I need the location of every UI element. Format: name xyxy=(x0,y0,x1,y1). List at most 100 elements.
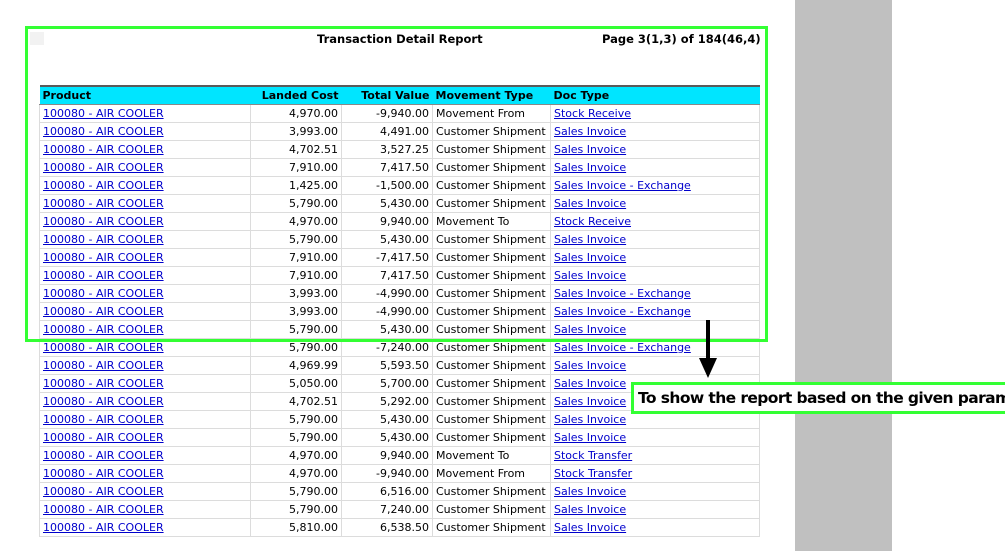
total-value-cell: 6,516.00 xyxy=(341,482,433,501)
product-link[interactable]: 100080 - AIR COOLER xyxy=(43,395,164,408)
doc-type-link[interactable]: Sales Invoice - Exchange xyxy=(554,341,691,354)
product-link[interactable]: 100080 - AIR COOLER xyxy=(43,305,164,318)
column-header-product[interactable]: Product xyxy=(39,85,251,105)
total-value-cell: -1,500.00 xyxy=(341,176,433,195)
product-cell: 100080 - AIR COOLER xyxy=(39,284,251,303)
landed-cost-cell: 4,702.51 xyxy=(250,392,342,411)
table-row: 100080 - AIR COOLER 3,993.00 -4,990.00 Cust… xyxy=(39,284,760,303)
table-row: 100080 - AIR COOLER 5,790.00 7,240.00 Custo… xyxy=(39,500,760,519)
product-link[interactable]: 100080 - AIR COOLER xyxy=(43,197,164,210)
product-link[interactable]: 100080 - AIR COOLER xyxy=(43,341,164,354)
doc-type-link[interactable]: Stock Receive xyxy=(554,215,631,228)
doc-type-link[interactable]: Sales Invoice xyxy=(554,233,626,246)
product-cell: 100080 - AIR COOLER xyxy=(39,464,251,483)
doc-type-link[interactable]: Stock Receive xyxy=(554,107,631,120)
doc-type-link[interactable]: Sales Invoice xyxy=(554,197,626,210)
landed-cost-cell: 5,790.00 xyxy=(250,320,342,339)
doc-type-link[interactable]: Sales Invoice xyxy=(554,413,626,426)
doc-type-link[interactable]: Sales Invoice xyxy=(554,143,626,156)
column-header-landed-cost[interactable]: Landed Cost xyxy=(250,85,342,105)
total-value-cell: 5,430.00 xyxy=(341,428,433,447)
doc-type-link[interactable]: Sales Invoice xyxy=(554,269,626,282)
doc-type-link[interactable]: Sales Invoice - Exchange xyxy=(554,287,691,300)
movement-type-cell: Customer Shipment xyxy=(432,356,551,375)
product-link[interactable]: 100080 - AIR COOLER xyxy=(43,359,164,372)
doc-type-link[interactable]: Sales Invoice - Exchange xyxy=(554,179,691,192)
table-row: 100080 - AIR COOLER 3,993.00 4,491.00 Custo… xyxy=(39,122,760,141)
doc-type-link[interactable]: Sales Invoice xyxy=(554,125,626,138)
doc-type-cell: Sales Invoice - Exchange xyxy=(550,176,760,195)
product-link[interactable]: 100080 - AIR COOLER xyxy=(43,269,164,282)
product-link[interactable]: 100080 - AIR COOLER xyxy=(43,161,164,174)
table-row: 100080 - AIR COOLER 5,790.00 5,430.00 Custo… xyxy=(39,428,760,447)
product-link[interactable]: 100080 - AIR COOLER xyxy=(43,179,164,192)
doc-type-link[interactable]: Sales Invoice xyxy=(554,521,626,534)
product-link[interactable]: 100080 - AIR COOLER xyxy=(43,449,164,462)
column-header-doc-type[interactable]: Doc Type xyxy=(550,85,760,105)
product-link[interactable]: 100080 - AIR COOLER xyxy=(43,503,164,516)
product-link[interactable]: 100080 - AIR COOLER xyxy=(43,107,164,120)
product-link[interactable]: 100080 - AIR COOLER xyxy=(43,287,164,300)
product-link[interactable]: 100080 - AIR COOLER xyxy=(43,125,164,138)
doc-type-cell: Stock Transfer xyxy=(550,446,760,465)
table-row: 100080 - AIR COOLER 3,993.00 -4,990.00 Cust… xyxy=(39,302,760,321)
product-link[interactable]: 100080 - AIR COOLER xyxy=(43,413,164,426)
doc-type-link[interactable]: Sales Invoice - Exchange xyxy=(554,305,691,318)
product-cell: 100080 - AIR COOLER xyxy=(39,500,251,519)
product-link[interactable]: 100080 - AIR COOLER xyxy=(43,215,164,228)
landed-cost-cell: 5,810.00 xyxy=(250,518,342,537)
landed-cost-cell: 4,969.99 xyxy=(250,356,342,375)
doc-type-link[interactable]: Sales Invoice xyxy=(554,431,626,444)
total-value-cell: -9,940.00 xyxy=(341,464,433,483)
doc-type-cell: Sales Invoice xyxy=(550,320,760,339)
product-cell: 100080 - AIR COOLER xyxy=(39,446,251,465)
landed-cost-cell: 5,790.00 xyxy=(250,482,342,501)
arrow-head-icon xyxy=(699,358,717,378)
total-value-cell: 9,940.00 xyxy=(341,212,433,231)
movement-type-cell: Customer Shipment xyxy=(432,230,551,249)
total-value-cell: 7,417.50 xyxy=(341,158,433,177)
movement-type-cell: Customer Shipment xyxy=(432,158,551,177)
product-link[interactable]: 100080 - AIR COOLER xyxy=(43,521,164,534)
column-header-total-value[interactable]: Total Value xyxy=(341,85,433,105)
product-link[interactable]: 100080 - AIR COOLER xyxy=(43,323,164,336)
doc-type-link[interactable]: Sales Invoice xyxy=(554,485,626,498)
movement-type-cell: Customer Shipment xyxy=(432,482,551,501)
total-value-cell: 6,538.50 xyxy=(341,518,433,537)
total-value-cell: 5,292.00 xyxy=(341,392,433,411)
product-link[interactable]: 100080 - AIR COOLER xyxy=(43,143,164,156)
product-link[interactable]: 100080 - AIR COOLER xyxy=(43,485,164,498)
product-cell: 100080 - AIR COOLER xyxy=(39,374,251,393)
doc-type-link[interactable]: Stock Transfer xyxy=(554,467,632,480)
landed-cost-cell: 5,050.00 xyxy=(250,374,342,393)
total-value-cell: -9,940.00 xyxy=(341,104,433,123)
doc-type-link[interactable]: Sales Invoice xyxy=(554,251,626,264)
landed-cost-cell: 4,970.00 xyxy=(250,464,342,483)
arrow-down-icon xyxy=(706,320,710,362)
doc-type-link[interactable]: Sales Invoice xyxy=(554,503,626,516)
landed-cost-cell: 5,790.00 xyxy=(250,338,342,357)
table-row: 100080 - AIR COOLER 1,425.00 -1,500.00 Cust… xyxy=(39,176,760,195)
product-link[interactable]: 100080 - AIR COOLER xyxy=(43,467,164,480)
movement-type-cell: Customer Shipment xyxy=(432,320,551,339)
product-cell: 100080 - AIR COOLER xyxy=(39,356,251,375)
product-cell: 100080 - AIR COOLER xyxy=(39,176,251,195)
total-value-cell: 4,491.00 xyxy=(341,122,433,141)
product-link[interactable]: 100080 - AIR COOLER xyxy=(43,377,164,390)
doc-type-link[interactable]: Sales Invoice xyxy=(554,377,626,390)
product-link[interactable]: 100080 - AIR COOLER xyxy=(43,251,164,264)
doc-type-cell: Sales Invoice xyxy=(550,140,760,159)
product-link[interactable]: 100080 - AIR COOLER xyxy=(43,233,164,246)
column-header-movement-type[interactable]: Movement Type xyxy=(432,85,551,105)
product-cell: 100080 - AIR COOLER xyxy=(39,248,251,267)
total-value-cell: 9,940.00 xyxy=(341,446,433,465)
doc-type-link[interactable]: Sales Invoice xyxy=(554,395,626,408)
doc-type-link[interactable]: Sales Invoice xyxy=(554,359,626,372)
doc-type-link[interactable]: Stock Transfer xyxy=(554,449,632,462)
landed-cost-cell: 5,790.00 xyxy=(250,230,342,249)
doc-type-link[interactable]: Sales Invoice xyxy=(554,323,626,336)
movement-type-cell: Movement From xyxy=(432,104,551,123)
product-link[interactable]: 100080 - AIR COOLER xyxy=(43,431,164,444)
total-value-cell: 5,430.00 xyxy=(341,410,433,429)
doc-type-link[interactable]: Sales Invoice xyxy=(554,161,626,174)
